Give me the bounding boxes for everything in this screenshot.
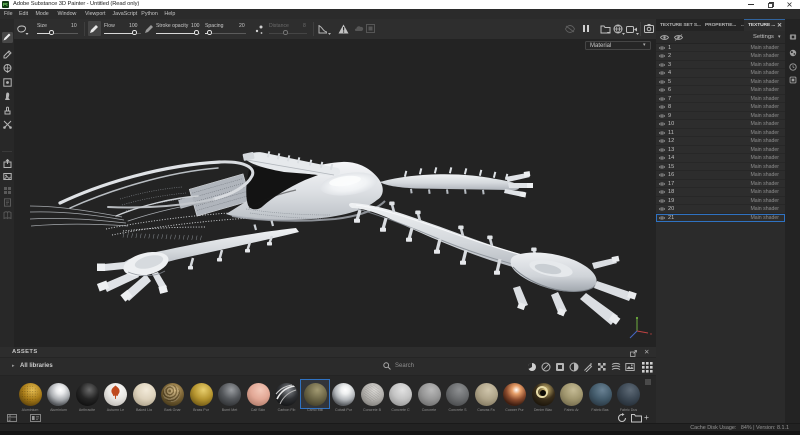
- svg-text:x: x: [650, 331, 652, 336]
